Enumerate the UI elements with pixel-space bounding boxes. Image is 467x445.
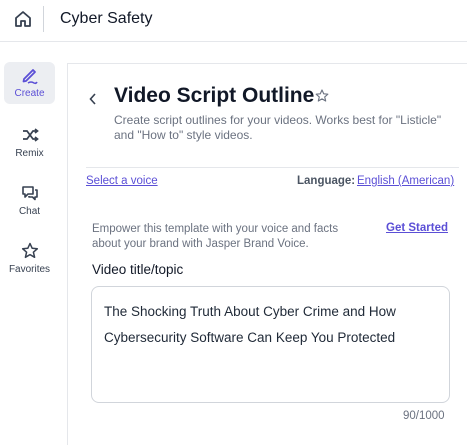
back-chevron-icon[interactable] (86, 90, 100, 108)
get-started-link[interactable]: Get Started (386, 222, 448, 234)
brand-voice-text: Empower this template with your voice an… (92, 223, 339, 250)
language-select-link[interactable]: English (American) (357, 175, 454, 187)
divider (86, 167, 459, 168)
favorite-star-icon[interactable] (313, 87, 331, 105)
shuffle-icon (19, 124, 41, 146)
sidebar-item-create[interactable]: Create (4, 62, 55, 104)
topbar-divider (43, 6, 44, 32)
sidebar: Create Remix Chat Favorites (0, 52, 62, 445)
char-count: 90/1000 (403, 410, 445, 422)
sidebar-item-label: Create (14, 88, 45, 99)
content-border-left (67, 63, 68, 445)
star-icon (19, 240, 41, 262)
page-title: Video Script Outline (114, 84, 315, 107)
top-bar: Cyber Safety (0, 0, 467, 42)
language-label: Language: (297, 175, 356, 187)
sidebar-item-remix[interactable]: Remix (4, 122, 55, 164)
pen-icon (19, 64, 41, 86)
home-icon[interactable] (12, 8, 34, 30)
select-voice-link[interactable]: Select a voice (86, 175, 158, 187)
sidebar-item-favorites[interactable]: Favorites (4, 238, 55, 280)
field-label: Video title/topic (92, 262, 184, 277)
chat-icon (19, 182, 41, 204)
sidebar-item-label: Remix (15, 148, 44, 159)
page-description: Create script outlines for your videos. … (114, 113, 442, 142)
video-topic-textarea[interactable]: The Shocking Truth About Cyber Crime and… (91, 286, 450, 403)
sidebar-item-label: Favorites (8, 264, 51, 275)
sidebar-item-label: Chat (18, 206, 41, 217)
content-border-top (67, 63, 467, 64)
sidebar-item-chat[interactable]: Chat (4, 180, 55, 222)
workspace-title: Cyber Safety (60, 10, 153, 27)
